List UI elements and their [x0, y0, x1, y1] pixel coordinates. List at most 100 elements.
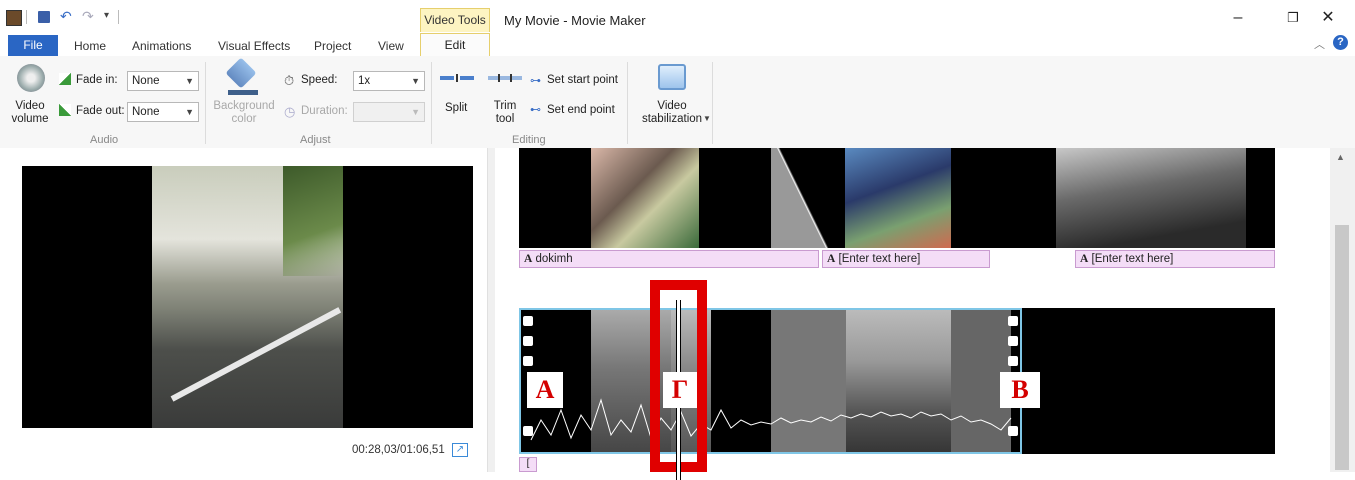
audio-waveform — [530, 398, 1012, 441]
set-end-point-icon: ⊷ — [530, 104, 541, 116]
caption-handle[interactable]: [ — [519, 457, 537, 472]
duration-dropdown[interactable]: ▼ — [353, 102, 425, 122]
marker-label-playhead: Γ — [663, 372, 697, 408]
video-volume-button[interactable]: Video volume — [10, 100, 50, 126]
clip-frame — [1056, 148, 1246, 248]
tab-home[interactable]: Home — [74, 39, 106, 53]
group-separator — [205, 62, 206, 144]
sprocket — [1008, 316, 1018, 326]
group-separator — [712, 62, 713, 144]
transition-wedge — [771, 148, 831, 248]
tab-edit[interactable]: Edit — [420, 33, 490, 57]
sprocket — [1008, 426, 1018, 436]
speed-dropdown[interactable]: 1x ▼ — [353, 71, 425, 91]
video-stabilization-button[interactable]: Video stabilization — [636, 100, 708, 126]
close-button[interactable]: ✕ — [1312, 8, 1344, 28]
tab-project[interactable]: Project — [314, 39, 351, 53]
tab-file[interactable]: File — [8, 35, 58, 56]
clip-thumbnail[interactable] — [845, 148, 1275, 248]
chevron-down-icon: ▼ — [185, 107, 194, 117]
clip-frame — [845, 148, 951, 248]
customize-qat-icon[interactable]: ▾ — [104, 10, 109, 21]
window-title: My Movie - Movie Maker — [504, 13, 646, 28]
sprocket — [523, 356, 533, 366]
group-separator — [627, 62, 628, 144]
group-separator — [431, 62, 432, 144]
set-start-point-button[interactable]: Set start point — [547, 74, 618, 86]
help-icon[interactable]: ? — [1333, 35, 1348, 50]
fade-in-icon — [59, 73, 71, 85]
clip-thumbnail[interactable] — [519, 148, 771, 248]
quick-access-separator — [118, 10, 119, 24]
tab-visual-effects[interactable]: Visual Effects — [218, 39, 290, 53]
sprocket — [523, 316, 533, 326]
split-button[interactable]: Split — [445, 102, 467, 114]
tab-view[interactable]: View — [378, 39, 404, 53]
caption-bar[interactable]: A [Enter text here] — [1075, 250, 1275, 268]
collapse-ribbon-icon[interactable]: ︿ — [1314, 36, 1325, 52]
scroll-up-icon[interactable]: ▲ — [1336, 152, 1345, 162]
restore-button[interactable]: ❐ — [1277, 8, 1309, 28]
split-icon — [440, 74, 474, 82]
clip-frame — [591, 148, 699, 248]
preview-road-line — [170, 307, 342, 402]
quick-access-separator — [26, 10, 27, 24]
timecode: 00:28,03/01:06,51 — [352, 444, 445, 456]
fade-out-dropdown[interactable]: None ▼ — [127, 102, 199, 122]
set-end-point-button[interactable]: Set end point — [547, 104, 615, 116]
tab-animations[interactable]: Animations — [132, 39, 191, 53]
chevron-down-icon: ▼ — [411, 76, 420, 86]
marker-label-right: B — [1000, 372, 1040, 408]
save-icon[interactable] — [38, 11, 50, 23]
duration-label: Duration: — [301, 105, 348, 117]
text-caption-icon: A — [827, 253, 836, 265]
group-label-audio: Audio — [90, 134, 119, 146]
video-stabilization-icon — [658, 64, 686, 90]
redo-icon[interactable]: ↷ — [82, 8, 94, 25]
contextual-tab-video-tools: Video Tools — [420, 8, 490, 32]
text-caption-icon: A — [1080, 253, 1089, 265]
minimize-button[interactable]: – — [1222, 8, 1254, 28]
transition[interactable] — [771, 148, 845, 248]
trim-tool-icon — [488, 74, 522, 82]
speed-icon: ⏱ — [284, 73, 295, 88]
chevron-down-icon: ▼ — [185, 76, 194, 86]
caption-text: [Enter text here] — [838, 253, 921, 265]
sprocket — [1008, 336, 1018, 346]
group-label-editing: Editing — [512, 134, 546, 146]
scroll-thumb[interactable] — [1335, 225, 1349, 470]
caption-bar[interactable]: A dokimh — [519, 250, 819, 268]
chevron-down-icon: ▼ — [411, 107, 420, 117]
background-color-button[interactable]: Background color — [209, 100, 279, 126]
text-caption-icon: A — [524, 253, 533, 265]
sprocket — [523, 426, 533, 436]
fade-in-dropdown[interactable]: None ▼ — [127, 71, 199, 91]
trim-tool-button[interactable]: Trim tool — [490, 100, 520, 126]
sprocket — [1008, 356, 1018, 366]
fade-in-label: Fade in: — [76, 74, 118, 86]
fade-out-value: None — [132, 106, 160, 118]
expand-preview-icon[interactable]: ↗ — [452, 443, 468, 457]
chevron-down-icon: ▼ — [703, 114, 711, 123]
selected-clip[interactable] — [519, 308, 1022, 454]
fade-out-icon — [59, 104, 71, 116]
caption-text: [Enter text here] — [1091, 253, 1174, 265]
speaker-icon — [17, 64, 45, 92]
undo-icon[interactable]: ↶ — [60, 8, 72, 25]
duration-icon: ◷ — [284, 104, 296, 119]
ribbon-tab-row — [0, 32, 1355, 57]
caption-bar[interactable]: A [Enter text here] — [822, 250, 990, 268]
set-start-point-icon: ⊶ — [530, 75, 541, 87]
caption-text: dokimh — [535, 253, 573, 265]
fade-out-label: Fade out: — [76, 105, 125, 117]
sprocket — [523, 336, 533, 346]
title-bar — [0, 0, 1355, 32]
speed-label: Speed: — [301, 74, 338, 86]
empty-clip-area — [1022, 308, 1275, 454]
preview-frame — [152, 166, 343, 428]
fade-in-value: None — [132, 75, 160, 87]
app-icon[interactable] — [6, 10, 22, 26]
speed-value: 1x — [358, 75, 371, 87]
marker-label-left: A — [527, 372, 563, 408]
video-preview[interactable] — [22, 166, 473, 428]
